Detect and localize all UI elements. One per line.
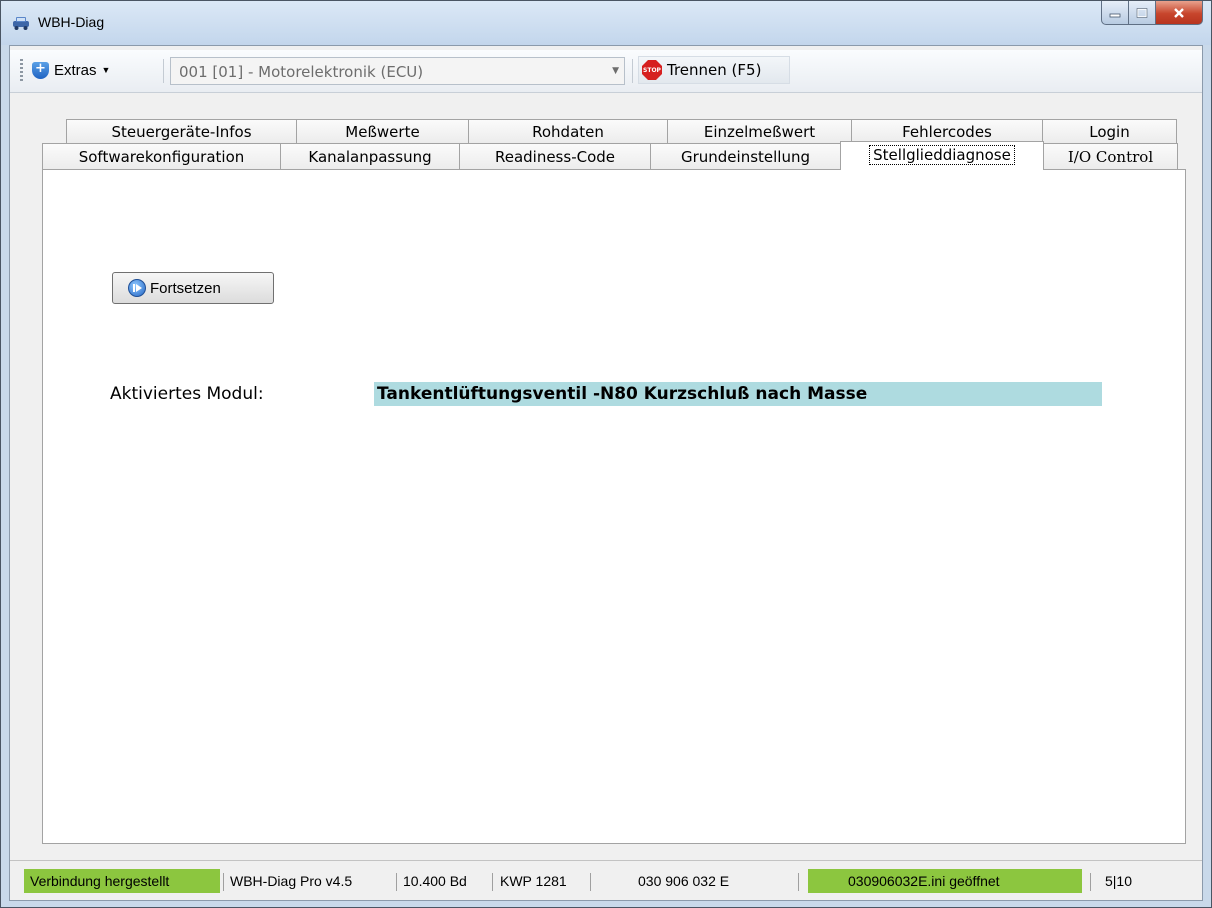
status-divider xyxy=(396,873,397,891)
tab-grundeinstellung[interactable]: Grundeinstellung xyxy=(650,143,841,169)
chevron-down-icon: ▼ xyxy=(101,65,111,75)
toolbar-separator xyxy=(163,59,164,83)
tab-steuergeraete-infos[interactable]: Steuergeräte-Infos xyxy=(66,119,297,143)
disconnect-label: Trennen (F5) xyxy=(667,61,762,79)
tab-fehlercodes[interactable]: Fehlercodes xyxy=(851,119,1043,143)
tab-rohdaten[interactable]: Rohdaten xyxy=(468,119,668,143)
continue-button[interactable]: Fortsetzen xyxy=(112,272,274,304)
toolbar-separator xyxy=(632,59,633,83)
shield-icon xyxy=(32,61,49,79)
window-controls xyxy=(1101,1,1203,26)
client-area: Extras ▼ 001 [01] - Motorelektronik (ECU… xyxy=(9,45,1203,901)
minimize-icon xyxy=(1109,13,1121,17)
tab-content-panel: Fortsetzen Aktiviertes Modul: Tankentlüf… xyxy=(42,169,1186,844)
continue-button-label: Fortsetzen xyxy=(150,279,221,297)
maximize-icon xyxy=(1136,7,1148,18)
status-divider xyxy=(1090,873,1091,891)
status-counter: 5|10 xyxy=(1105,873,1132,889)
tab-readiness-code[interactable]: Readiness-Code xyxy=(459,143,651,169)
chevron-down-icon: ▼ xyxy=(612,66,619,76)
extras-label: Extras xyxy=(54,61,97,79)
module-select[interactable]: 001 [01] - Motorelektronik (ECU) ▼ xyxy=(170,57,625,85)
stop-sign-icon: STOP xyxy=(642,60,662,80)
status-divider xyxy=(590,873,591,891)
car-icon xyxy=(13,17,29,30)
title-bar[interactable]: WBH-Diag xyxy=(1,1,1211,45)
active-module-label: Aktiviertes Modul: xyxy=(110,384,264,404)
module-select-value: 001 [01] - Motorelektronik (ECU) xyxy=(179,63,424,81)
tab-einzelmesswert[interactable]: Einzelmeßwert xyxy=(667,119,852,143)
active-module-value: Tankentlüftungsventil -N80 Kurzschluß na… xyxy=(374,382,1102,406)
status-divider xyxy=(798,873,799,891)
status-part-number: 030 906 032 E xyxy=(638,873,730,889)
status-divider xyxy=(223,873,224,891)
status-connection: Verbindung hergestellt xyxy=(24,869,220,893)
tab-softwarekonfiguration[interactable]: Softwarekonfiguration xyxy=(42,143,281,169)
window-title: WBH-Diag xyxy=(38,14,105,30)
status-version: WBH-Diag Pro v4.5 xyxy=(230,873,353,889)
tab-messwerte[interactable]: Meßwerte xyxy=(296,119,469,143)
close-icon xyxy=(1174,7,1184,18)
tab-login[interactable]: Login xyxy=(1042,119,1177,143)
status-bar: Verbindung hergestellt WBH-Diag Pro v4.5… xyxy=(10,860,1202,897)
status-ini-file: 030906032E.ini geöffnet xyxy=(808,869,1082,893)
toolbar-grip[interactable] xyxy=(20,59,23,81)
minimize-button[interactable] xyxy=(1101,1,1129,25)
toolbar: Extras ▼ 001 [01] - Motorelektronik (ECU… xyxy=(10,50,1202,93)
disconnect-button[interactable]: STOP Trennen (F5) xyxy=(638,56,790,84)
play-icon xyxy=(128,279,146,297)
application-window: WBH-Diag Extras ▼ 001 [01] - Motorelektr… xyxy=(0,0,1212,908)
tab-io-control[interactable]: I/O Control xyxy=(1043,143,1178,169)
status-baud: 10.400 Bd xyxy=(403,873,467,889)
status-protocol: KWP 1281 xyxy=(500,873,567,889)
extras-menu-button[interactable]: Extras ▼ xyxy=(32,57,110,83)
close-button[interactable] xyxy=(1156,1,1203,25)
tab-stellglieddiagnose[interactable]: Stellglieddiagnose xyxy=(840,141,1044,170)
tab-kanalanpassung[interactable]: Kanalanpassung xyxy=(280,143,460,169)
maximize-button[interactable] xyxy=(1129,1,1156,25)
status-divider xyxy=(492,873,493,891)
